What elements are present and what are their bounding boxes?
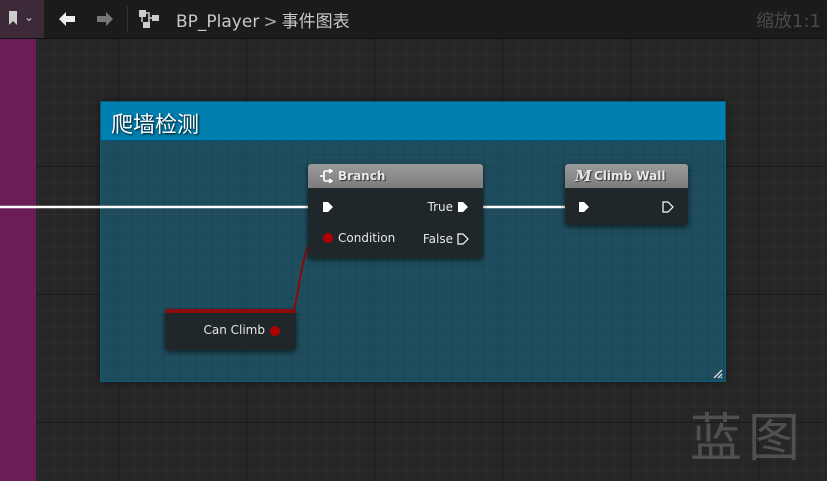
can-climb-out-pin-icon[interactable] xyxy=(270,326,280,336)
climb-wall-node[interactable]: M Climb Wall xyxy=(565,164,688,225)
branch-icon xyxy=(320,169,333,183)
condition-pin-icon[interactable] xyxy=(323,233,333,243)
climb-wall-node-header[interactable]: M Climb Wall xyxy=(565,164,688,188)
condition-pin-label: Condition xyxy=(338,231,396,245)
can-climb-label: Can Climb xyxy=(203,323,265,337)
true-pin-label: True xyxy=(427,200,454,214)
climb-exec-in-pin-icon[interactable] xyxy=(578,201,590,213)
exec-in-pin-icon[interactable] xyxy=(322,201,334,213)
can-climb-variable-node[interactable]: Can Climb xyxy=(165,309,296,350)
climb-exec-out-pin-icon[interactable] xyxy=(662,201,674,213)
climb-wall-node-title: Climb Wall xyxy=(594,169,666,183)
false-pin-label: False xyxy=(422,232,453,246)
blueprint-watermark: 蓝图 xyxy=(690,409,807,469)
branch-node[interactable]: Branch True Condition False xyxy=(308,164,483,258)
branch-node-header[interactable]: Branch xyxy=(308,164,483,188)
branch-node-title: Branch xyxy=(338,169,386,183)
exec-false-pin-icon[interactable] xyxy=(457,233,469,245)
exec-true-pin-icon[interactable] xyxy=(457,201,469,213)
macro-icon: M xyxy=(575,167,592,185)
